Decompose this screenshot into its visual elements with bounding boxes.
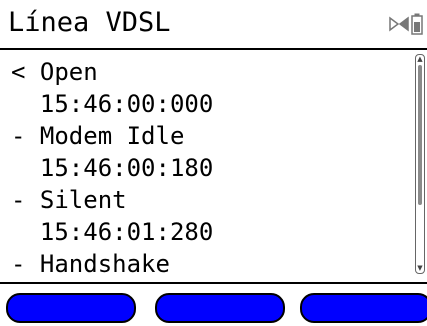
softkey-2-button[interactable] <box>155 293 285 323</box>
status-icons <box>389 13 423 39</box>
log-line: 15:46:01:280 <box>11 218 214 246</box>
scrollbar-thumb[interactable] <box>418 65 422 205</box>
log-line: 15:46:00:180 <box>11 154 214 182</box>
connection-icon <box>389 16 409 36</box>
title-bar: Línea VDSL <box>0 0 427 48</box>
softkey-bar <box>0 284 427 326</box>
log-line: < Open <box>11 58 98 86</box>
log-line: - Silent <box>11 186 127 214</box>
log-line: - Modem Idle <box>11 122 185 150</box>
log-line: 15:46:00:000 <box>11 90 214 118</box>
instrument-screen: Línea VDSL < Open 15:46:00:000 - Modem I… <box>0 0 427 326</box>
scroll-down-arrow-icon[interactable]: ▼ <box>417 265 423 272</box>
softkey-3-button[interactable] <box>300 293 427 323</box>
scroll-up-arrow-icon[interactable]: ▲ <box>417 56 423 63</box>
log-line: - Handshake <box>11 250 170 278</box>
battery-icon <box>411 13 423 39</box>
page-title: Línea VDSL <box>8 7 171 38</box>
softkey-1-button[interactable] <box>6 293 136 323</box>
scrollbar[interactable]: ▲ ▼ <box>415 54 425 274</box>
event-log: < Open 15:46:00:000 - Modem Idle 15:46:0… <box>0 50 415 278</box>
